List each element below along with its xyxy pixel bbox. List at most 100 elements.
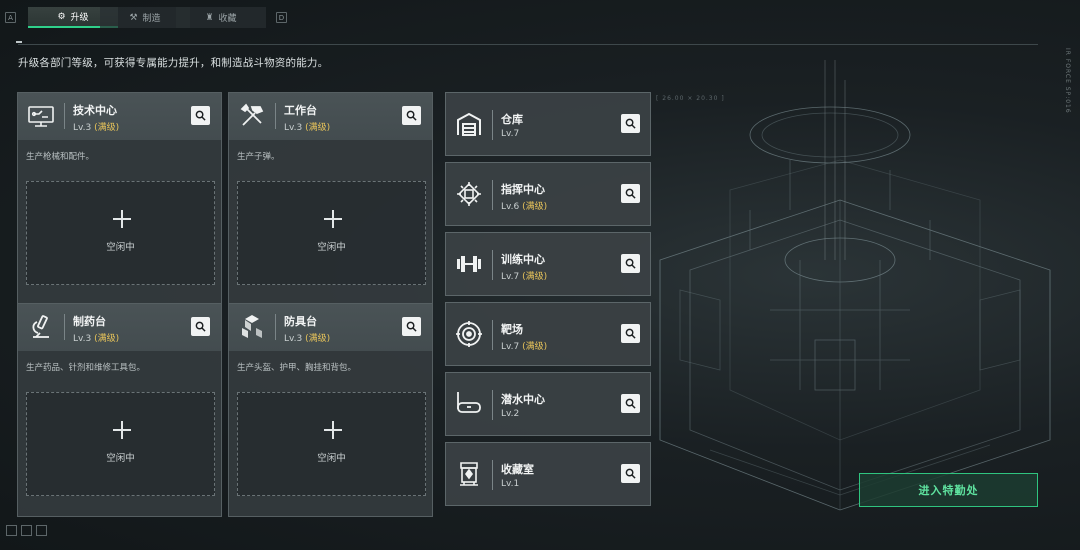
prev-tab-key-hint: A	[5, 12, 16, 23]
search-icon	[406, 321, 417, 332]
department-card-training-center[interactable]: 训练中心 Lv.7 (满级)	[445, 232, 651, 296]
enter-special-ops-button[interactable]: 进入特勤处	[859, 473, 1038, 507]
level-value: Lv.7	[501, 272, 520, 282]
department-card-pharmacy[interactable]: 制药台 Lv.3 (满级) 生产药品、针剂和维修工具包。 空闲中	[17, 303, 222, 517]
card-header: 工作台 Lv.3 (满级)	[229, 93, 432, 140]
tab-collection[interactable]: ♜ 收藏	[176, 7, 266, 28]
inspect-button[interactable]	[621, 464, 640, 483]
coordinate-readout: [ 26.00 × 20.30 ]	[656, 95, 725, 102]
craft-icon: ⚒	[129, 12, 138, 23]
command-center-icon	[454, 179, 484, 209]
department-card-warehouse[interactable]: 仓库 Lv.7	[445, 92, 651, 156]
inspect-button[interactable]	[621, 324, 640, 343]
card-description: 生产药品、针剂和维修工具包。	[26, 363, 146, 373]
diving-center-icon	[454, 389, 484, 419]
search-icon	[625, 398, 636, 409]
department-card-command-center[interactable]: 指挥中心 Lv.6 (满级)	[445, 162, 651, 226]
inspect-button[interactable]	[402, 317, 421, 336]
header-divider	[18, 44, 1038, 45]
card-header: 防具台 Lv.3 (满级)	[229, 304, 432, 351]
inspect-button[interactable]	[621, 394, 640, 413]
max-level-badge: (满级)	[94, 123, 120, 133]
header-separator	[64, 103, 65, 129]
next-tab-key-hint: D	[276, 12, 287, 23]
search-icon	[625, 188, 636, 199]
department-card-shooting-range[interactable]: 靶场 Lv.7 (满级)	[445, 302, 651, 366]
card-level: Lv.6 (满级)	[501, 199, 547, 212]
search-icon	[625, 118, 636, 129]
pharmacy-icon	[26, 312, 56, 342]
card-level: Lv.3 (满级)	[73, 331, 119, 344]
card-description: 生产子弹。	[237, 152, 280, 162]
max-level-badge: (满级)	[522, 202, 548, 212]
warehouse-icon	[454, 109, 484, 139]
card-level: Lv.2	[501, 409, 519, 419]
tab-upgrade-label: 升级	[70, 13, 89, 23]
slot-status: 空闲中	[317, 242, 346, 253]
upgrade-icon: ⚙	[57, 11, 66, 22]
add-icon	[113, 210, 131, 228]
production-slot[interactable]: 空闲中	[26, 392, 215, 496]
inspect-button[interactable]	[191, 106, 210, 125]
inspect-button[interactable]	[402, 106, 421, 125]
add-icon	[113, 421, 131, 439]
search-icon	[625, 468, 636, 479]
card-title: 训练中心	[501, 253, 545, 266]
level-value: Lv.3	[73, 123, 92, 133]
production-slot[interactable]: 空闲中	[237, 181, 426, 285]
card-level: Lv.7 (满级)	[501, 269, 547, 282]
add-icon	[324, 210, 342, 228]
card-title: 靶场	[501, 323, 523, 336]
card-level: Lv.3 (满级)	[73, 120, 119, 133]
department-card-collection-room[interactable]: 收藏室 Lv.1	[445, 442, 651, 506]
header-separator	[275, 314, 276, 340]
department-card-workbench[interactable]: 工作台 Lv.3 (满级) 生产子弹。 空闲中	[228, 92, 433, 306]
training-center-icon	[454, 249, 484, 279]
max-level-badge: (满级)	[522, 342, 548, 352]
card-title: 技术中心	[73, 104, 117, 117]
card-title: 防具台	[284, 315, 317, 328]
bottom-square-icon	[21, 525, 32, 536]
header-separator	[492, 320, 493, 350]
tech-center-icon	[26, 101, 56, 131]
inspect-button[interactable]	[621, 114, 640, 133]
card-level: Lv.1	[501, 479, 519, 489]
inspect-button[interactable]	[621, 184, 640, 203]
card-level: Lv.3 (满级)	[284, 120, 330, 133]
page-subtitle: 升级各部门等级，可获得专属能力提升，和制造战斗物资的能力。	[18, 57, 329, 69]
card-level: Lv.7 (满级)	[501, 339, 547, 352]
collection-icon: ♜	[205, 12, 214, 23]
level-value: Lv.3	[284, 123, 303, 133]
level-value: Lv.3	[284, 334, 303, 344]
department-card-tech-center[interactable]: 技术中心 Lv.3 (满级) 生产枪械和配件。 空闲中	[17, 92, 222, 306]
tab-craft-label: 制造	[142, 14, 161, 24]
tab-collection-label: 收藏	[218, 14, 237, 24]
production-slot[interactable]: 空闲中	[26, 181, 215, 285]
collection-room-icon	[454, 459, 484, 489]
department-card-diving-center[interactable]: 潜水中心 Lv.2	[445, 372, 651, 436]
workbench-icon	[237, 101, 267, 131]
slot-status: 空闲中	[317, 453, 346, 464]
card-description: 生产枪械和配件。	[26, 152, 95, 162]
header-separator	[64, 314, 65, 340]
max-level-badge: (满级)	[522, 272, 548, 282]
header-divider-cap	[16, 41, 22, 43]
add-icon	[324, 421, 342, 439]
inspect-button[interactable]	[621, 254, 640, 273]
bottom-square-icon	[36, 525, 47, 536]
max-level-badge: (满级)	[305, 123, 331, 133]
production-slot[interactable]: 空闲中	[237, 392, 426, 496]
search-icon	[625, 328, 636, 339]
department-card-armor-bench[interactable]: 防具台 Lv.3 (满级) 生产头盔、护甲、胸挂和背包。 空闲中	[228, 303, 433, 517]
card-header: 技术中心 Lv.3 (满级)	[18, 93, 221, 140]
header-separator	[492, 390, 493, 420]
slot-status: 空闲中	[106, 453, 135, 464]
card-level: Lv.3 (满级)	[284, 331, 330, 344]
shooting-range-icon	[454, 319, 484, 349]
search-icon	[195, 321, 206, 332]
card-title: 仓库	[501, 113, 523, 126]
inspect-button[interactable]	[191, 317, 210, 336]
card-title: 潜水中心	[501, 393, 545, 406]
header-separator	[492, 110, 493, 140]
level-value: Lv.2	[501, 409, 520, 419]
